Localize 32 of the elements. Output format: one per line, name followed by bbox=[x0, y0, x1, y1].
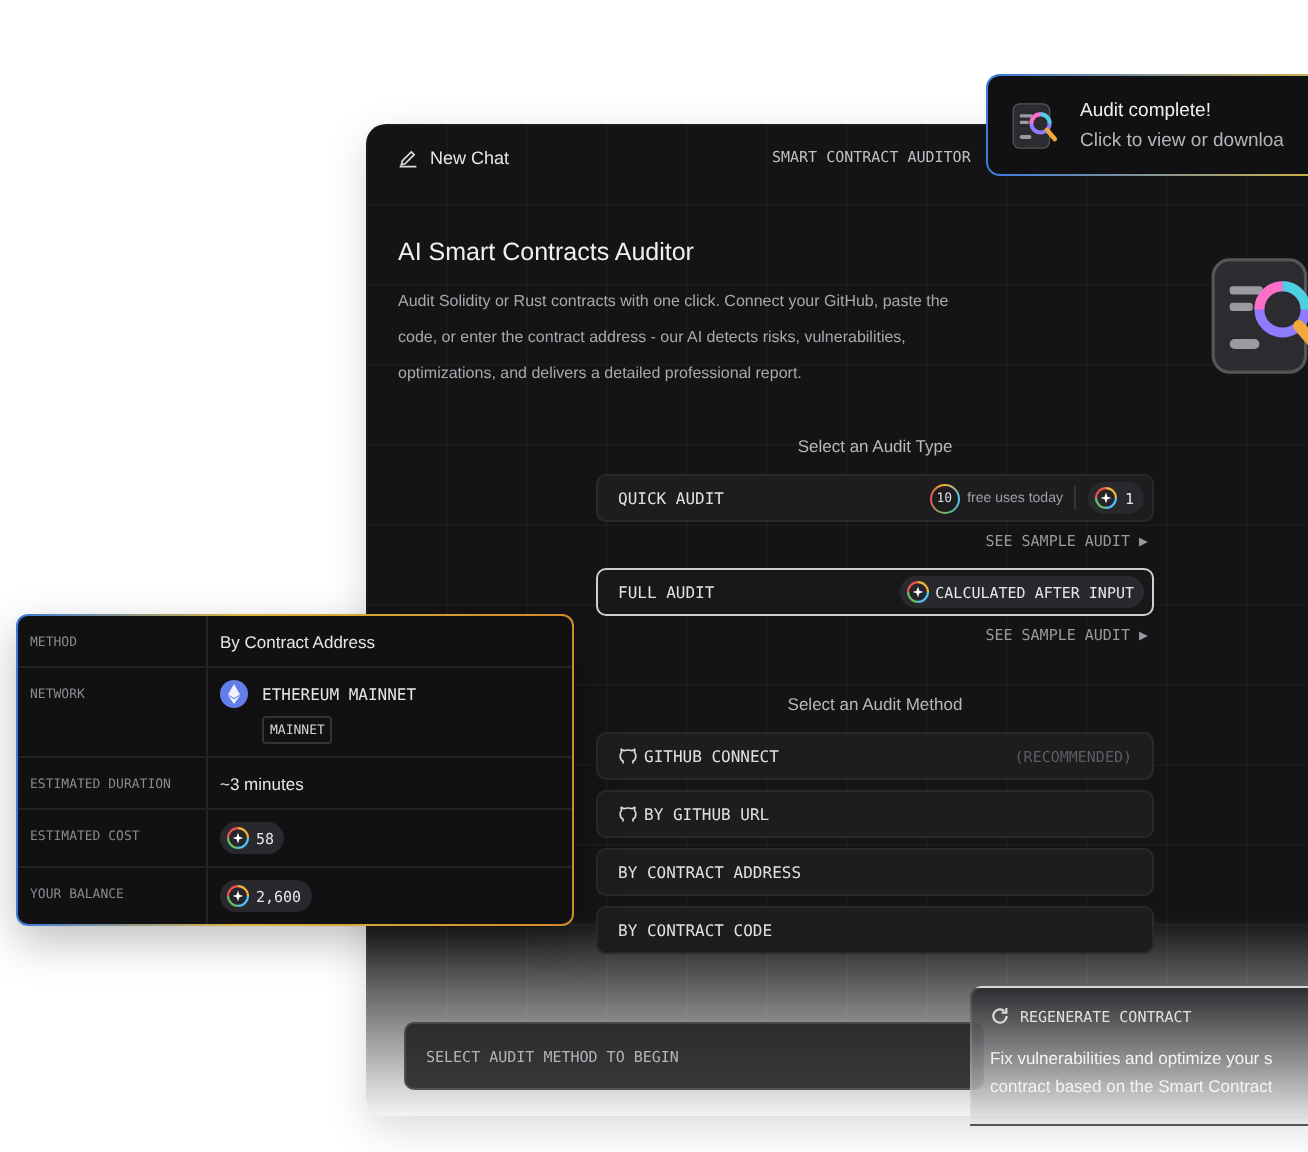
description-line: contract based on the Smart Contract bbox=[990, 1076, 1275, 1096]
option-label: BY CONTRACT CODE bbox=[618, 921, 773, 939]
option-label: GITHUB CONNECT bbox=[644, 747, 779, 765]
field-value: ~3 minutes bbox=[220, 773, 304, 793]
section-heading: Select an Audit Method bbox=[785, 694, 965, 714]
description-line: Fix vulnerabilities and optimize your s bbox=[990, 1048, 1275, 1068]
credit-icon bbox=[226, 826, 250, 850]
notification-toast[interactable]: Audit complete! Click to view or downloa bbox=[986, 74, 1308, 176]
audit-method-option[interactable]: BY CONTRACT CODE bbox=[596, 906, 1154, 954]
notification-message: Click to view or downloa bbox=[1080, 129, 1284, 151]
credit-icon bbox=[226, 884, 250, 908]
credit-icon bbox=[1094, 486, 1119, 510]
audit-method-option[interactable]: BY CONTRACT ADDRESS bbox=[596, 848, 1154, 896]
audit-method-option[interactable]: BY GITHUB URL bbox=[596, 790, 1154, 838]
ethereum-icon bbox=[220, 680, 248, 708]
option-label: BY GITHUB URL bbox=[644, 805, 770, 823]
page-heading: AI Smart Contracts Auditor bbox=[398, 238, 696, 266]
magnifier-document-icon bbox=[1008, 99, 1060, 151]
section-heading: Select an Audit Type bbox=[795, 436, 955, 456]
cat-head-icon bbox=[618, 746, 638, 766]
field-value: By Contract Address bbox=[220, 631, 375, 651]
new-chat-button[interactable]: New Chat bbox=[398, 147, 510, 167]
option-label: BY CONTRACT ADDRESS bbox=[618, 863, 802, 881]
network-name: ETHEREUM MAINNET bbox=[262, 685, 417, 703]
refresh-icon bbox=[990, 1006, 1010, 1026]
notification-title: Audit complete! bbox=[1080, 99, 1213, 121]
pencil-icon bbox=[398, 147, 418, 167]
credit-icon bbox=[905, 580, 930, 604]
option-label: FULL AUDIT bbox=[618, 583, 715, 601]
description: Audit Solidity or Rust contracts with one click. Connect your GitHub, paste the code, or enter the contract address - our AI detects risks, vulnerabilities, optimizations, and delivers a detailed professional report. bbox=[398, 290, 951, 386]
option-label: QUICK AUDIT bbox=[618, 489, 724, 507]
cat-head-icon bbox=[618, 804, 638, 824]
